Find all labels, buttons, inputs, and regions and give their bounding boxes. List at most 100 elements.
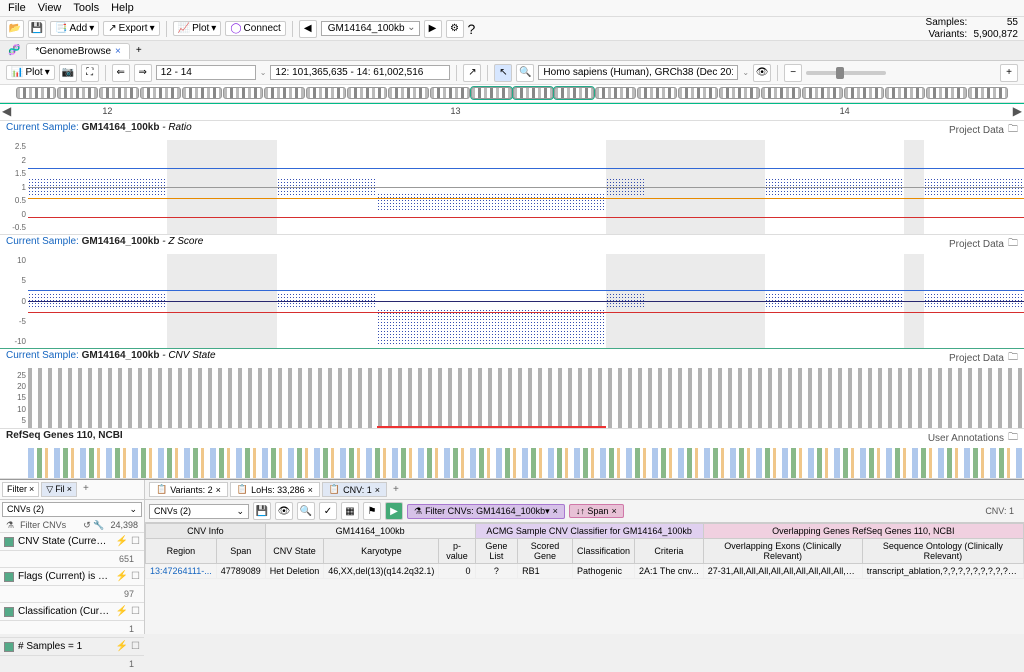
export-button[interactable]: ↗Export▾	[103, 21, 159, 36]
nav-back-icon[interactable]: ⇐	[112, 64, 130, 82]
add-button[interactable]: 📑Add▾	[50, 21, 99, 36]
table-cnvs-dropdown[interactable]: CNVs (2)⌄	[149, 504, 249, 519]
tbl-eye-icon[interactable]: 👁	[275, 502, 293, 520]
col-class[interactable]: Classification	[572, 539, 634, 564]
tbl-mark-icon[interactable]: ✓	[319, 502, 337, 520]
cnvs-dropdown[interactable]: CNVs (2)⌄	[2, 502, 142, 517]
ruler-right-arrow-icon[interactable]: ▶	[1013, 104, 1022, 118]
col-cnvstate[interactable]: CNV State	[265, 539, 324, 564]
tab-close-icon[interactable]: ×	[115, 46, 121, 57]
folder-icon[interactable]	[1008, 430, 1018, 447]
col-karyo[interactable]: Karyotype	[324, 539, 439, 564]
coord-input[interactable]	[270, 65, 450, 80]
ruler-chr13: 13	[451, 106, 461, 116]
connect-button[interactable]: ◯Connect	[225, 21, 285, 36]
funnel-icon[interactable]: ⚗	[6, 520, 14, 531]
btab-lohs[interactable]: 📋LoHs: 33,286×	[230, 482, 320, 497]
cursor-icon[interactable]: ↖	[494, 64, 512, 82]
col-genelist[interactable]: Gene List	[475, 539, 518, 564]
filter-classification[interactable]: Classification (Curren⚡ ☐	[0, 602, 144, 620]
menu-tools[interactable]: Tools	[73, 2, 99, 14]
prev-sample-button[interactable]: ◀	[299, 20, 317, 38]
tab-add-icon[interactable]: +	[132, 45, 146, 56]
tbl-search-icon[interactable]: 🔍	[297, 502, 315, 520]
genome-ruler[interactable]: ◀ 12 13 14 ▶	[0, 103, 1024, 121]
open-icon[interactable]: 📂	[6, 20, 24, 38]
track-zscore: Current Sample: GM14164_100kb - Z Score …	[0, 235, 1024, 349]
bottom-panel: Filter× ▽Fil× + CNVs (2)⌄ ⚗ Filter CNVs …	[0, 479, 1024, 634]
help-icon[interactable]: ?	[468, 21, 476, 37]
filter-flags[interactable]: Flags (Current) is mis⚡ ☐	[0, 567, 144, 585]
sidetab-filter[interactable]: Filter×	[2, 482, 39, 497]
col-span[interactable]: Span	[216, 539, 265, 564]
refseq-plot[interactable]	[0, 448, 1024, 478]
menu-bar: File View Tools Help	[0, 0, 1024, 17]
plot-button[interactable]: 📈Plot▾	[173, 21, 222, 36]
close-icon[interactable]: ×	[67, 484, 72, 495]
sample-select[interactable]: GM14164_100kb	[321, 21, 420, 36]
zoom-plus-icon[interactable]: +	[1000, 64, 1018, 82]
user-annotations-link[interactable]: User Annotations	[928, 433, 1004, 444]
project-data-link[interactable]: Project Data	[949, 353, 1004, 364]
nav-fwd-icon[interactable]: ⇒	[134, 64, 152, 82]
close-icon[interactable]: ×	[216, 485, 221, 495]
close-icon[interactable]: ×	[308, 485, 313, 495]
project-data-link[interactable]: Project Data	[949, 125, 1004, 136]
eye-icon[interactable]: 👁	[753, 64, 771, 82]
project-data-link[interactable]: Project Data	[949, 239, 1004, 250]
folder-icon[interactable]	[1008, 122, 1018, 139]
bottom-main: 📋Variants: 2× 📋LoHs: 33,286× 📋CNV: 1× + …	[145, 480, 1024, 634]
tbl-grid-icon[interactable]: ▦	[341, 502, 359, 520]
tab-genomebrowse[interactable]: *GenomeBrowse×	[26, 43, 129, 59]
zoom-out-icon[interactable]: ↗	[463, 64, 481, 82]
btab-variants[interactable]: 📋Variants: 2×	[149, 482, 228, 497]
tbl-play-icon[interactable]: ▶	[385, 502, 403, 520]
sidetab-fil[interactable]: ▽Fil×	[41, 482, 77, 497]
tbl-save-icon[interactable]: 💾	[253, 502, 271, 520]
filter-chip[interactable]: ⚗Filter CNVs: GM14164_100kb▾×	[407, 504, 565, 519]
close-icon[interactable]: ×	[29, 484, 34, 495]
filter-total-count: 24,398	[110, 520, 138, 531]
th-cnv-info: CNV Info	[146, 524, 266, 539]
menu-view[interactable]: View	[38, 2, 62, 14]
ratio-plot[interactable]: 2.521.5 10.50 -0.5	[0, 140, 1024, 234]
menu-file[interactable]: File	[8, 2, 26, 14]
table-row[interactable]: 13:47264111-... 47789089 Het Deletion 46…	[146, 564, 1024, 579]
close-icon[interactable]: ×	[553, 506, 558, 516]
col-scored[interactable]: Scored Gene	[518, 539, 573, 564]
close-icon[interactable]: ×	[375, 485, 380, 495]
btab-add-icon[interactable]: +	[389, 483, 403, 496]
folder-icon[interactable]	[1008, 350, 1018, 367]
col-exons[interactable]: Overlapping Exons (Clinically Relevant)	[703, 539, 862, 564]
cnv-plot[interactable]: 252015 105	[0, 368, 1024, 428]
col-so[interactable]: Sequence Ontology (Clinically Relevant)	[862, 539, 1023, 564]
col-region[interactable]: Region	[146, 539, 217, 564]
settings-icon[interactable]: ⚙	[446, 20, 464, 38]
zscore-plot[interactable]: 1050 -5-10	[0, 254, 1024, 348]
th-overlap: Overlapping Genes RefSeq Genes 110, NCBI	[703, 524, 1023, 539]
tbl-flag-icon[interactable]: ⚑	[363, 502, 381, 520]
plot-dropdown[interactable]: 📊Plot▾	[6, 65, 55, 80]
zoom-minus-icon[interactable]: −	[784, 64, 802, 82]
zoom-slider[interactable]	[806, 71, 886, 75]
filter-samples[interactable]: # Samples = 1⚡ ☐	[0, 637, 144, 655]
close-icon[interactable]: ×	[611, 506, 616, 516]
chromosome-ideogram[interactable]	[0, 85, 1024, 103]
expand-icon[interactable]: ⛶	[81, 64, 99, 82]
filter-cnv-state[interactable]: CNV State (Current) is⚡ ☐	[0, 532, 144, 550]
ruler-left-arrow-icon[interactable]: ◀	[2, 104, 11, 118]
span-chip[interactable]: ↓↑ Span×	[569, 504, 624, 518]
genome-search[interactable]	[538, 65, 738, 80]
sidetab-add-icon[interactable]: +	[79, 482, 93, 497]
menu-help[interactable]: Help	[111, 2, 134, 14]
folder-icon[interactable]	[1008, 236, 1018, 253]
range-input[interactable]	[156, 65, 256, 80]
stats-box: Samples: 55 Variants: 5,900,872	[926, 17, 1018, 41]
save-icon[interactable]: 💾	[28, 20, 46, 38]
next-sample-button[interactable]: ▶	[424, 20, 442, 38]
col-pval[interactable]: p-value	[439, 539, 475, 564]
col-criteria[interactable]: Criteria	[635, 539, 704, 564]
zoom-region-icon[interactable]: 🔍	[516, 64, 534, 82]
camera-icon[interactable]: 📷	[59, 64, 77, 82]
btab-cnv[interactable]: 📋CNV: 1×	[322, 482, 387, 497]
